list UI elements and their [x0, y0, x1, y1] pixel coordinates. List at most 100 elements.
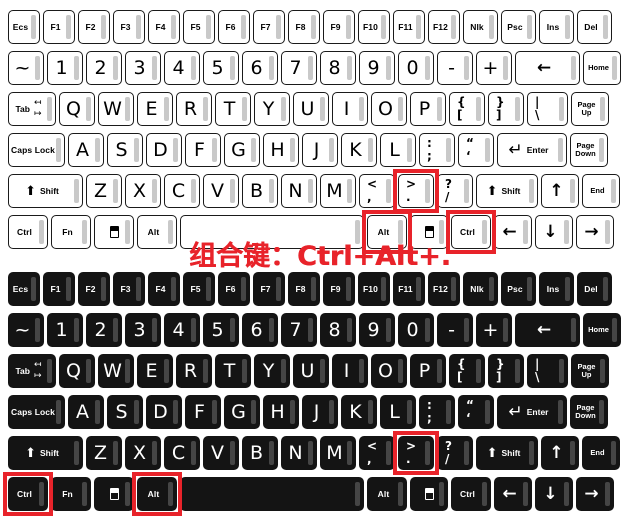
key-l[interactable]: L [380, 395, 416, 429]
key-punct-[interactable]: >. [398, 436, 434, 470]
key-f2[interactable]: F2 [78, 272, 110, 306]
key-2[interactable]: 2 [86, 313, 122, 347]
key-g[interactable]: G [224, 133, 260, 167]
key-f5[interactable]: F5 [183, 10, 215, 44]
key--[interactable]: ↑ [541, 174, 579, 208]
key-page-up[interactable]: Page Up [571, 92, 609, 126]
key-z[interactable]: Z [86, 436, 122, 470]
key-5[interactable]: 5 [203, 313, 239, 347]
key-t[interactable]: T [215, 354, 251, 388]
key-q[interactable]: Q [59, 354, 95, 388]
key-y[interactable]: Y [254, 92, 290, 126]
key-enter[interactable]: ↵ Enter [497, 133, 567, 167]
key-f4[interactable]: F4 [148, 10, 180, 44]
key-v[interactable]: V [203, 436, 239, 470]
key--[interactable]: ↓ [535, 477, 573, 511]
key-nlk[interactable]: Nlk [463, 10, 498, 44]
key-k[interactable]: K [341, 395, 377, 429]
key-t[interactable]: T [215, 92, 251, 126]
key-caps-lock[interactable]: Caps Lock [8, 395, 65, 429]
key-punct-[interactable]: <, [359, 174, 395, 208]
key-home[interactable]: Home [583, 51, 621, 85]
key-psc[interactable]: Psc [501, 272, 536, 306]
key-del[interactable]: Del [577, 272, 612, 306]
key-page-down[interactable]: Page Down [570, 133, 608, 167]
key-menu-icon[interactable] [410, 477, 448, 511]
key--[interactable]: ← [515, 51, 580, 85]
key-p[interactable]: P [410, 354, 446, 388]
key-f3[interactable]: F3 [113, 10, 145, 44]
key-punct-[interactable]: {[ [449, 92, 485, 126]
key-f8[interactable]: F8 [288, 272, 320, 306]
key-page-up[interactable]: Page Up [571, 354, 609, 388]
key-alt[interactable]: Alt [367, 477, 407, 511]
key-7[interactable]: 7 [281, 51, 317, 85]
key-f6[interactable]: F6 [218, 10, 250, 44]
key--[interactable]: ← [494, 477, 532, 511]
key-ctrl[interactable]: Ctrl [451, 477, 491, 511]
key-f9[interactable]: F9 [323, 272, 355, 306]
key--[interactable]: ← [515, 313, 580, 347]
key-end[interactable]: End [582, 436, 620, 470]
key-r[interactable]: R [176, 354, 212, 388]
key--[interactable]: ~ [8, 51, 44, 85]
key-ctrl[interactable]: Ctrl [8, 477, 48, 511]
key-punct-[interactable]: | \ [527, 354, 568, 388]
key-fn[interactable]: Fn [51, 477, 91, 511]
key-shift[interactable]: ⬆ Shift [476, 174, 538, 208]
key-f11[interactable]: F11 [393, 10, 425, 44]
key-o[interactable]: O [371, 354, 407, 388]
key-f12[interactable]: F12 [428, 272, 460, 306]
key-punct-[interactable]: “‘ [458, 133, 494, 167]
key--[interactable]: + [476, 51, 512, 85]
key-r[interactable]: R [176, 92, 212, 126]
key-0[interactable]: 0 [398, 51, 434, 85]
key-k[interactable]: K [341, 133, 377, 167]
key-punct-[interactable]: {[ [449, 354, 485, 388]
key-v[interactable]: V [203, 174, 239, 208]
key-f12[interactable]: F12 [428, 10, 460, 44]
key-ecs[interactable]: Ecs [8, 272, 40, 306]
key-h[interactable]: H [263, 395, 299, 429]
key-f11[interactable]: F11 [393, 272, 425, 306]
key-w[interactable]: W [98, 354, 134, 388]
key-1[interactable]: 1 [47, 313, 83, 347]
key-3[interactable]: 3 [125, 313, 161, 347]
key--[interactable]: → [576, 477, 614, 511]
key-w[interactable]: W [98, 92, 134, 126]
key-f1[interactable]: F1 [43, 10, 75, 44]
key-6[interactable]: 6 [242, 51, 278, 85]
key-e[interactable]: E [137, 92, 173, 126]
key-f7[interactable]: F7 [253, 10, 285, 44]
key-a[interactable]: A [68, 133, 104, 167]
key-win-icon[interactable] [94, 477, 134, 511]
key-punct-[interactable]: >. [398, 174, 434, 208]
key-8[interactable]: 8 [320, 313, 356, 347]
key-punct-[interactable]: “‘ [458, 395, 494, 429]
key-space-icon[interactable] [180, 477, 364, 511]
key-shift[interactable]: ⬆ Shift [476, 436, 538, 470]
key-s[interactable]: S [107, 395, 143, 429]
key-u[interactable]: U [293, 354, 329, 388]
key--[interactable]: - [437, 51, 473, 85]
key-x[interactable]: X [125, 174, 161, 208]
key-f2[interactable]: F2 [78, 10, 110, 44]
key-m[interactable]: M [320, 436, 356, 470]
key-4[interactable]: 4 [164, 313, 200, 347]
key-ins[interactable]: Ins [539, 272, 574, 306]
key-2[interactable]: 2 [86, 51, 122, 85]
key-u[interactable]: U [293, 92, 329, 126]
key-8[interactable]: 8 [320, 51, 356, 85]
key-b[interactable]: B [242, 174, 278, 208]
key-del[interactable]: Del [577, 10, 612, 44]
key-punct-[interactable]: ? / [437, 174, 473, 208]
key-n[interactable]: N [281, 436, 317, 470]
key-f4[interactable]: F4 [148, 272, 180, 306]
key-tab[interactable]: Tab ↤ ↦ [8, 354, 56, 388]
key-9[interactable]: 9 [359, 313, 395, 347]
key-f6[interactable]: F6 [218, 272, 250, 306]
key-punct-[interactable]: :; [419, 133, 455, 167]
key-shift[interactable]: ⬆ Shift [8, 436, 83, 470]
key--[interactable]: ~ [8, 313, 44, 347]
key-c[interactable]: C [164, 436, 200, 470]
